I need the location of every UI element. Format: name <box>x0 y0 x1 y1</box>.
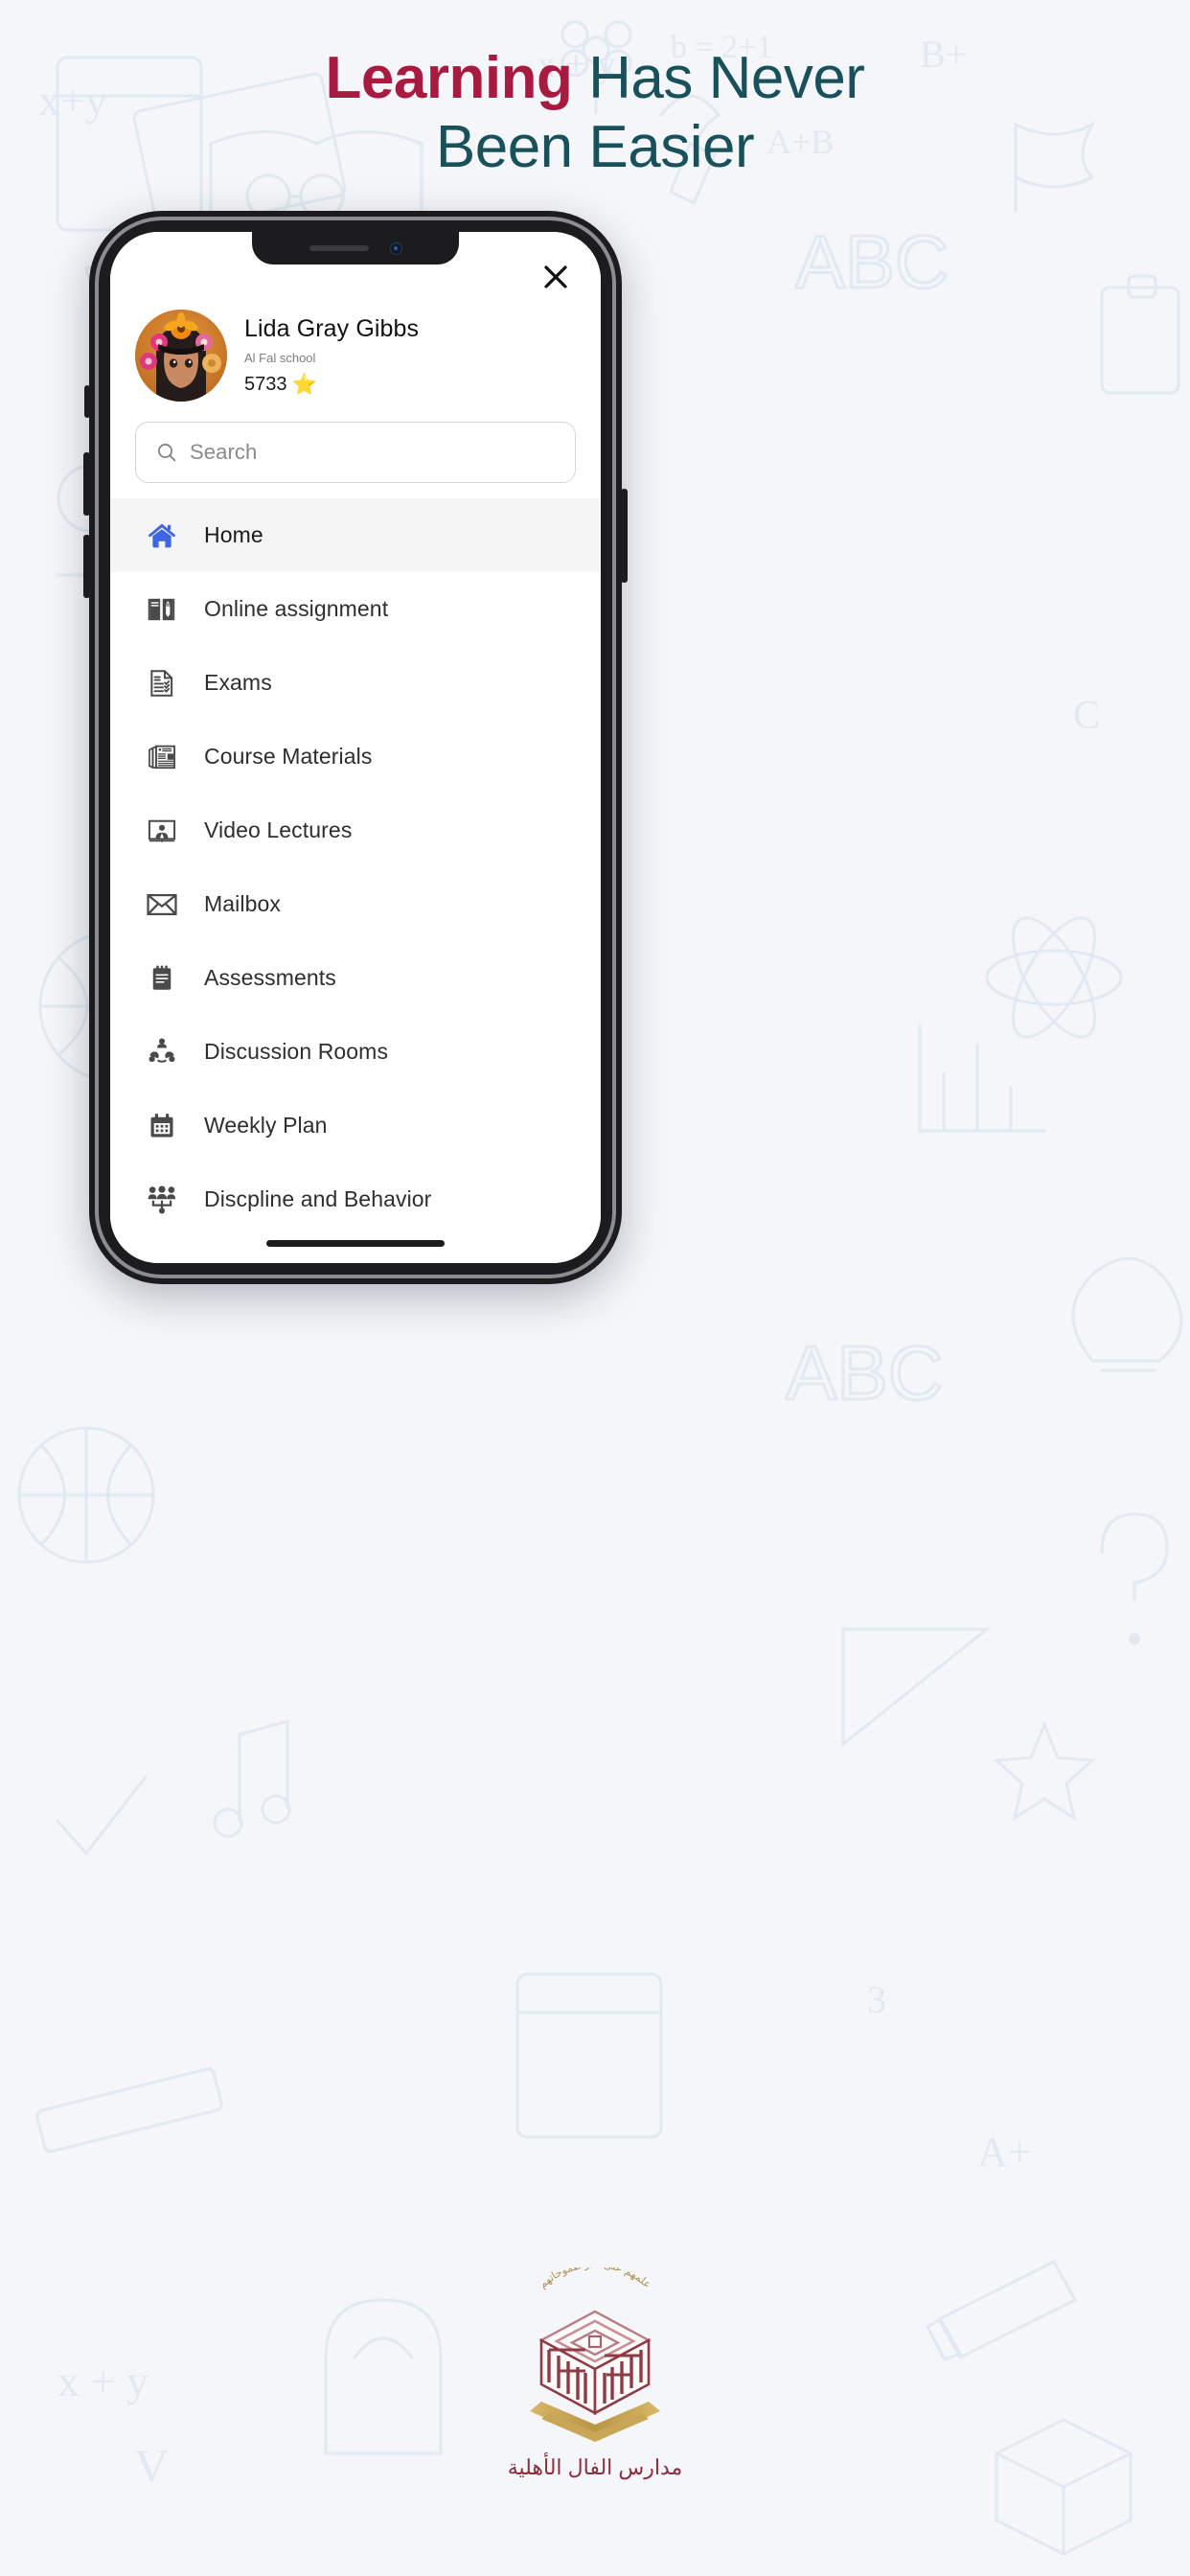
menu-item-assessments[interactable]: Assessments <box>110 941 601 1015</box>
svg-text:3: 3 <box>867 1978 886 2021</box>
calendar-icon <box>143 1107 181 1145</box>
menu-label: Assessments <box>204 965 336 990</box>
phone-notch <box>252 232 459 264</box>
group-hierarchy-icon <box>143 1181 181 1219</box>
menu-item-weekly-plan[interactable]: Weekly Plan <box>110 1089 601 1162</box>
home-icon <box>143 517 181 555</box>
close-icon <box>544 265 567 288</box>
menu-item-exams[interactable]: Exams <box>110 646 601 720</box>
earpiece-speaker <box>309 245 369 251</box>
points-value: 5733 <box>244 373 287 395</box>
volume-down-button[interactable] <box>83 535 90 598</box>
headline-rest-line1: Has Never <box>572 45 865 111</box>
menu-item-video-lectures[interactable]: Video Lectures <box>110 794 601 867</box>
svg-text:ABC: ABC <box>786 1330 944 1415</box>
envelope-icon <box>143 886 181 924</box>
search-wrap: Search <box>110 408 601 498</box>
profile-name: Lida Gray Gibbs <box>244 315 420 343</box>
phone-mockup: Lida Gray Gibbs Al Fal school 5733 ⭐ Sea… <box>83 211 628 1284</box>
svg-text:علمهم على قدر طموحاتهم: علمهم على قدر طموحاتهم <box>538 2267 653 2290</box>
volume-up-button[interactable] <box>83 452 90 516</box>
menu-label: Discpline and Behavior <box>204 1186 432 1211</box>
menu-item-discipline-and-behavior[interactable]: Discpline and Behavior <box>110 1162 601 1223</box>
page-headline: Learning Has Never Been Easier <box>0 44 1190 182</box>
search-input[interactable]: Search <box>135 422 576 483</box>
avatar[interactable] <box>135 310 227 402</box>
headline-line2: Been Easier <box>435 113 755 180</box>
notepad-icon <box>143 959 181 998</box>
menu-item-mailbox[interactable]: Mailbox <box>110 867 601 941</box>
menu-label: Online assignment <box>204 596 389 621</box>
star-icon: ⭐ <box>291 373 317 396</box>
monitor-person-icon <box>143 812 181 850</box>
al-fal-schools-logo: علمهم على قدر طموحاتهم <box>530 2267 660 2442</box>
svg-text:C: C <box>1073 694 1100 738</box>
menu-item-online-assignment[interactable]: Online assignment <box>110 572 601 646</box>
checklist-doc-icon <box>143 664 181 702</box>
search-icon <box>158 444 176 462</box>
svg-text:ABC: ABC <box>795 219 949 304</box>
close-button[interactable] <box>536 257 576 297</box>
search-placeholder: Search <box>190 440 258 464</box>
menu-label: Home <box>204 522 263 547</box>
mute-switch[interactable] <box>84 385 90 418</box>
profile-header[interactable]: Lida Gray Gibbs Al Fal school 5733 ⭐ <box>110 297 601 408</box>
power-button[interactable] <box>621 489 628 583</box>
profile-text: Lida Gray Gibbs Al Fal school 5733 ⭐ <box>244 315 419 395</box>
headline-accent-word: Learning <box>325 45 573 111</box>
menu-label: Discussion Rooms <box>204 1039 389 1064</box>
menu-label: Video Lectures <box>204 817 353 842</box>
menu-label: Exams <box>204 670 272 695</box>
home-indicator-wrap <box>110 1223 601 1263</box>
app-drawer: Lida Gray Gibbs Al Fal school 5733 ⭐ Sea… <box>110 232 601 1263</box>
front-camera-icon <box>389 242 402 255</box>
svg-text:A+: A+ <box>977 2128 1032 2175</box>
avatar-image <box>135 310 227 402</box>
navigation-menu: Home Online assignment Exams Course Mate… <box>110 498 601 1223</box>
menu-label: Mailbox <box>204 891 281 916</box>
menu-item-course-materials[interactable]: Course Materials <box>110 720 601 794</box>
phone-screen: Lida Gray Gibbs Al Fal school 5733 ⭐ Sea… <box>110 232 601 1263</box>
home-indicator[interactable] <box>266 1239 445 1247</box>
book-pencil-icon <box>143 590 181 629</box>
profile-school: Al Fal school <box>244 351 316 366</box>
footer-arabic-caption: مدارس الفال الأهلية <box>507 2455 683 2479</box>
menu-label: Course Materials <box>204 744 373 769</box>
logo-arc-text: علمهم على قدر طموحاتهم <box>538 2267 652 2290</box>
people-network-icon <box>143 1033 181 1071</box>
menu-label: Weekly Plan <box>204 1113 328 1138</box>
menu-item-discussion-rooms[interactable]: Discussion Rooms <box>110 1015 601 1089</box>
newspaper-icon <box>143 738 181 776</box>
footer: علمهم على قدر طموحاتهم مدارس الفال الأهل… <box>0 2267 1190 2480</box>
menu-item-home[interactable]: Home <box>110 498 601 572</box>
profile-points: 5733 ⭐ <box>244 374 419 396</box>
